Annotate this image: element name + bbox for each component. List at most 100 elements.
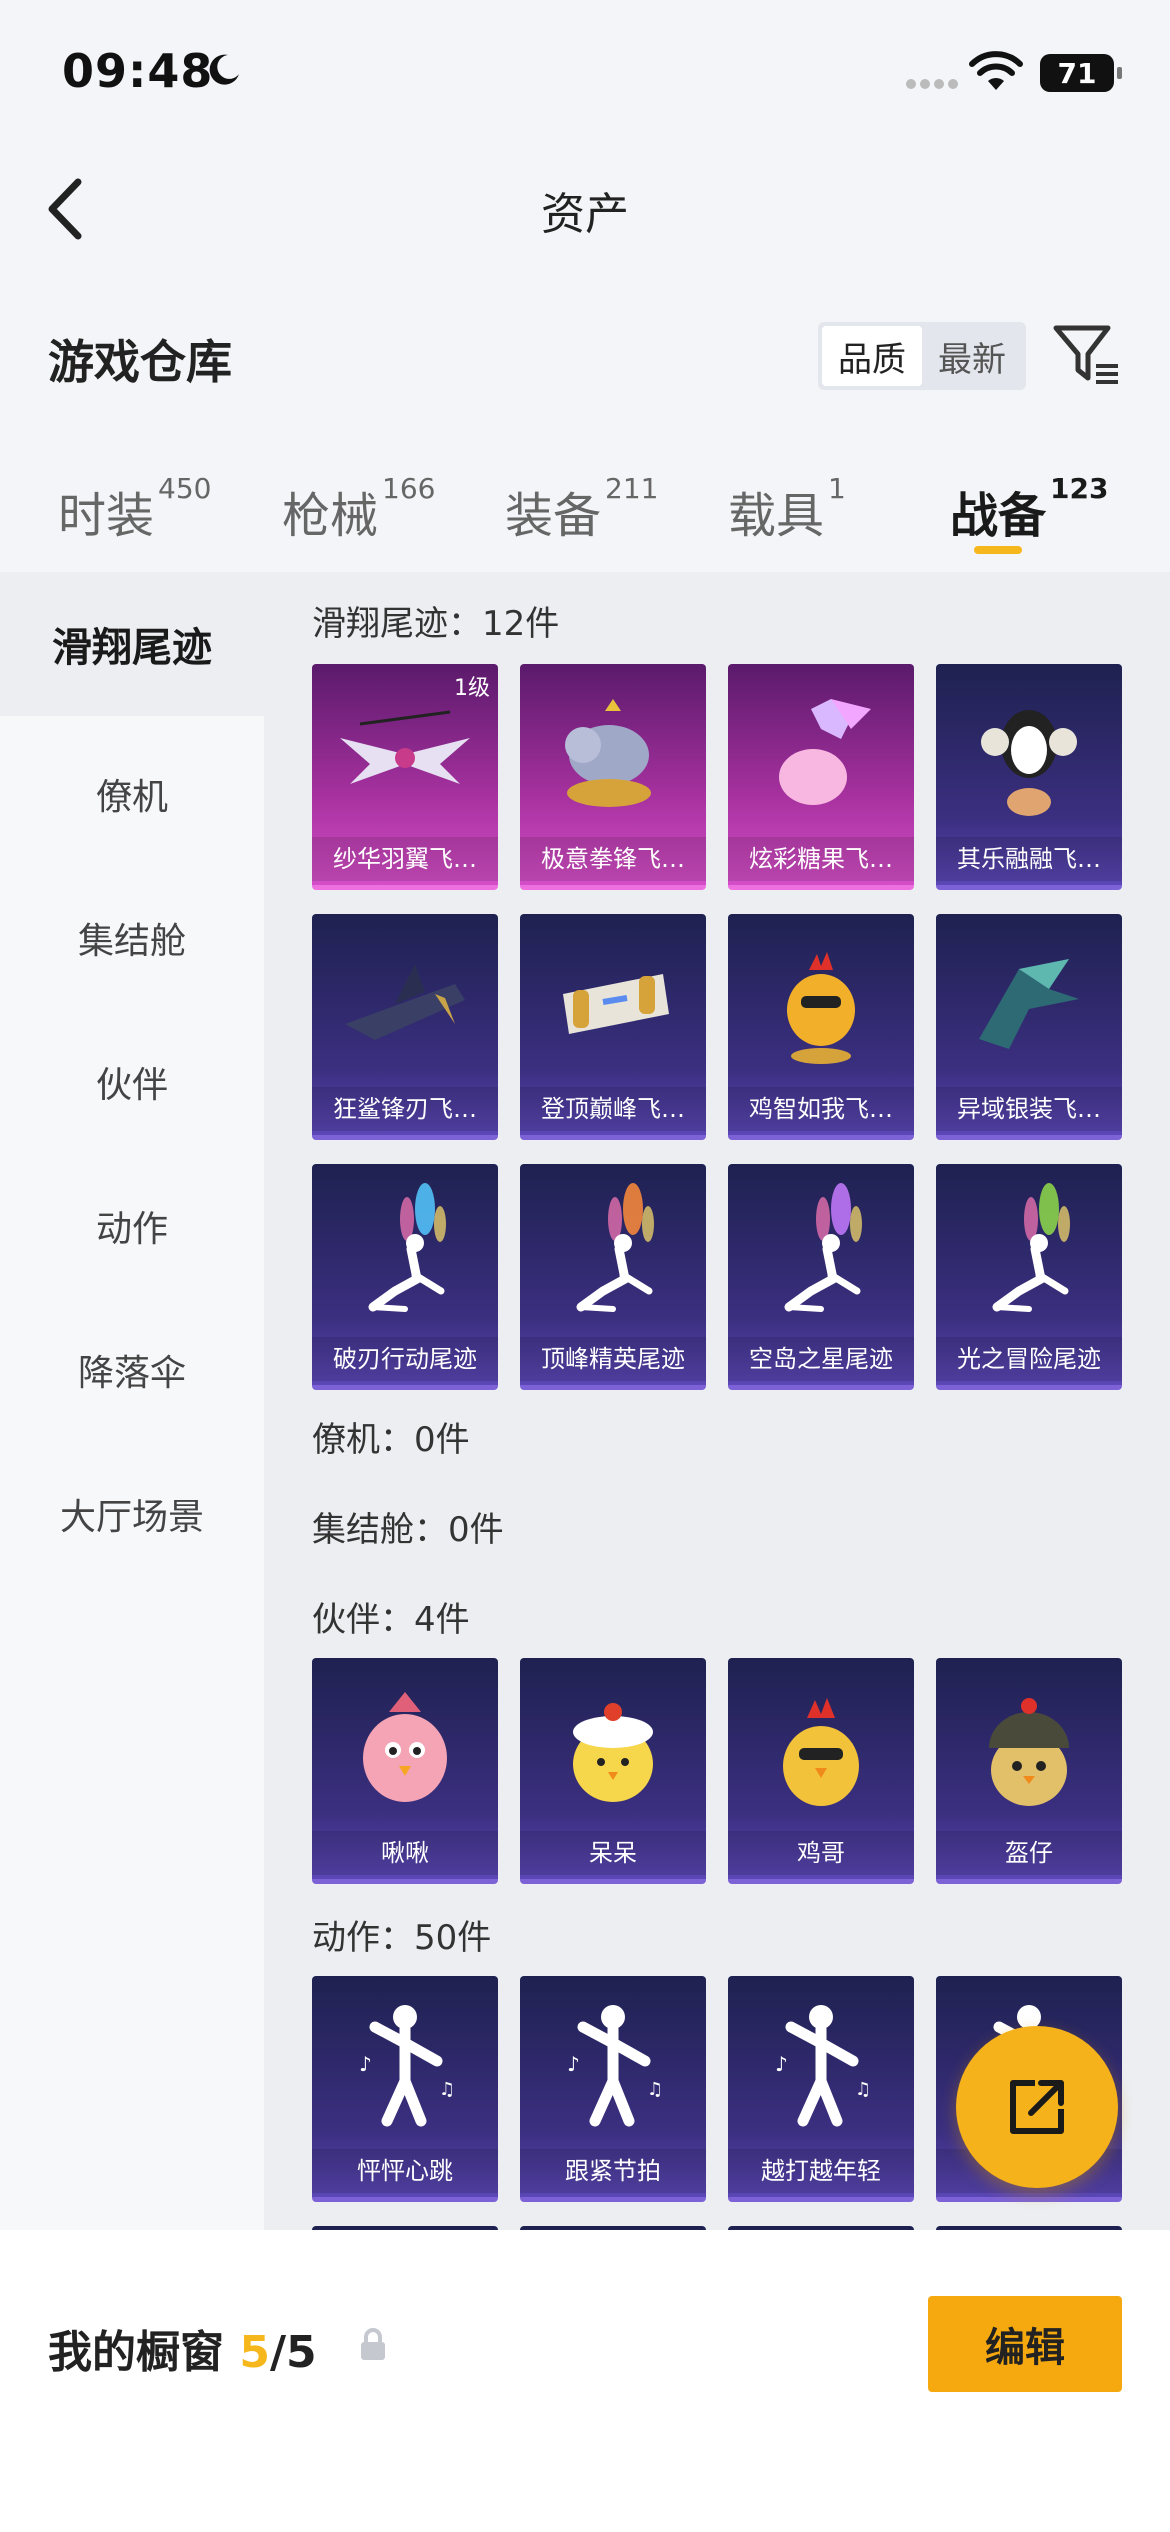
tab-fashion[interactable]: 时装 450 <box>58 472 211 546</box>
item-card[interactable]: 盔仔 <box>936 1658 1122 1884</box>
smoke-trail-icon <box>520 1174 706 1334</box>
sidebar-item-parachute[interactable]: 降落伞 <box>0 1344 264 1396</box>
shark-glider-icon <box>312 924 498 1084</box>
item-name: 怦怦心跳 <box>312 2149 498 2193</box>
category-tabs: 时装 450 枪械 166 装备 211 载具 1 战备 123 <box>0 462 1170 572</box>
item-card[interactable]: 异域银装飞… <box>936 914 1122 1140</box>
yellow-chick-icon <box>520 1668 706 1828</box>
item-name: 呆呆 <box>520 1831 706 1875</box>
dance-figure-icon: ♪ ♫ <box>520 1986 706 2146</box>
status-bar: 09:48 71 <box>0 0 1170 150</box>
page-title: 资产 <box>541 189 629 240</box>
showcase-count-current: 5 <box>239 2327 270 2378</box>
svg-text:♫: ♫ <box>855 2079 871 2100</box>
group-label-glide: 滑翔尾迹：12件 <box>312 604 560 644</box>
sidebar-item-wingman[interactable]: 僚机 <box>0 768 264 820</box>
item-level-badge: 1级 <box>454 676 490 701</box>
item-name: 炫彩糖果飞… <box>728 837 914 881</box>
helmet-chick-icon <box>936 1668 1122 1828</box>
sidebar-item-emote[interactable]: 动作 <box>0 1200 264 1252</box>
item-card[interactable]: 啾啾 <box>312 1658 498 1884</box>
smoke-trail-icon <box>312 1174 498 1334</box>
item-card[interactable]: 呆呆 <box>520 1658 706 1884</box>
item-name: 盔仔 <box>936 1831 1122 1875</box>
item-name: 狂鲨锋刃飞… <box>312 1087 498 1131</box>
item-name: 登顶巅峰飞… <box>520 1087 706 1131</box>
group-label-emote: 动作：50件 <box>312 1918 492 1958</box>
tab-label: 枪械 <box>282 488 379 544</box>
share-button[interactable] <box>956 2026 1118 2188</box>
nav-header: 资产 <box>0 150 1170 270</box>
moon-icon <box>209 54 239 85</box>
section-title: 游戏仓库 <box>48 335 232 389</box>
tab-count: 1 <box>828 472 846 505</box>
item-card[interactable]: 极意拳锋飞… <box>520 664 706 890</box>
sort-quality-button[interactable]: 品质 <box>822 326 922 386</box>
sidebar-item-partner[interactable]: 伙伴 <box>0 1056 264 1108</box>
item-card[interactable]: 鸡智如我飞… <box>728 914 914 1140</box>
lock-icon <box>361 2328 385 2360</box>
item-name: 其乐融融飞… <box>936 837 1122 881</box>
battery-level: 71 <box>1057 56 1097 90</box>
tab-equipment[interactable]: 战备 123 <box>950 472 1108 546</box>
tab-label: 载具 <box>728 488 825 544</box>
item-name: 顶峰精英尾迹 <box>520 1337 706 1381</box>
item-card[interactable]: 光之冒险尾迹 <box>936 1164 1122 1390</box>
content-area: 滑翔尾迹 僚机 集结舱 伙伴 动作 降落伞 大厅场景 滑翔尾迹：12件 僚机：0… <box>0 572 1170 2230</box>
dance-figure-icon: ♪ ♫ <box>728 1986 914 2146</box>
dragon-glider-icon <box>936 924 1122 1084</box>
item-name: 越打越年轻 <box>728 2149 914 2193</box>
item-name: 鸡智如我飞… <box>728 1087 914 1131</box>
tab-label: 战备 <box>950 488 1047 544</box>
tab-gear[interactable]: 装备 211 <box>505 472 658 546</box>
item-card[interactable]: 空岛之星尾迹 <box>728 1164 914 1390</box>
item-card[interactable]: ♪ ♫ 怦怦心跳 <box>312 1976 498 2202</box>
item-name: 鸡哥 <box>728 1831 914 1875</box>
svg-text:♪: ♪ <box>567 2052 580 2076</box>
dance-figure-icon: ♪ ♫ <box>312 1986 498 2146</box>
showcase-count-total: /5 <box>269 2327 317 2378</box>
item-name: 破刃行动尾迹 <box>312 1337 498 1381</box>
smoke-trail-icon <box>936 1174 1122 1334</box>
item-card[interactable]: ♪ ♫ 跟紧节拍 <box>520 1976 706 2202</box>
tab-guns[interactable]: 枪械 166 <box>282 472 435 546</box>
item-card[interactable]: 1级纱华羽翼飞… <box>312 664 498 890</box>
smoke-trail-icon <box>728 1174 914 1334</box>
sort-toggle: 品质 最新 <box>818 322 1026 390</box>
sidebar-item-lobby-scene[interactable]: 大厅场景 <box>0 1488 264 1540</box>
tab-label: 装备 <box>505 488 602 544</box>
rooster-icon <box>728 1668 914 1828</box>
tab-vehicles[interactable]: 载具 1 <box>728 472 846 546</box>
item-name: 异域银装飞… <box>936 1087 1122 1131</box>
item-name: 啾啾 <box>312 1831 498 1875</box>
item-card[interactable]: ♪ ♫ 越打越年轻 <box>728 1976 914 2202</box>
item-name: 纱华羽翼飞… <box>312 837 498 881</box>
edit-button[interactable]: 编辑 <box>928 2296 1122 2392</box>
item-card[interactable]: 破刃行动尾迹 <box>312 1164 498 1390</box>
tab-count: 166 <box>382 472 436 505</box>
item-name: 空岛之星尾迹 <box>728 1337 914 1381</box>
group-label-partner: 伙伴：4件 <box>312 1600 470 1640</box>
tab-count: 123 <box>1050 472 1109 505</box>
sidebar-item-glide-trail[interactable]: 滑翔尾迹 <box>0 572 264 716</box>
item-card[interactable]: 顶峰精英尾迹 <box>520 1164 706 1390</box>
candy-glider-icon <box>728 674 914 834</box>
sort-latest-button[interactable]: 最新 <box>922 326 1022 386</box>
jet-glider-icon <box>520 924 706 1084</box>
item-card[interactable]: 登顶巅峰飞… <box>520 914 706 1140</box>
item-name: 跟紧节拍 <box>520 2149 706 2193</box>
sidebar-item-pod[interactable]: 集结舱 <box>0 912 264 964</box>
item-card[interactable]: 狂鲨锋刃飞… <box>312 914 498 1140</box>
tab-count: 450 <box>158 472 212 505</box>
elephant-glider-icon <box>520 674 706 834</box>
share-icon <box>1010 2080 1064 2134</box>
item-card[interactable]: 其乐融融飞… <box>936 664 1122 890</box>
chicken-glider-icon <box>728 924 914 1084</box>
svg-text:♫: ♫ <box>439 2079 455 2100</box>
item-card[interactable]: 鸡哥 <box>728 1658 914 1884</box>
item-card[interactable]: 炫彩糖果飞… <box>728 664 914 890</box>
sidebar: 僚机 集结舱 伙伴 动作 降落伞 大厅场景 <box>0 716 264 2230</box>
penguin-glider-icon <box>936 674 1122 834</box>
battery-indicator: 71 <box>1040 54 1122 92</box>
filter-icon[interactable] <box>1052 322 1120 388</box>
